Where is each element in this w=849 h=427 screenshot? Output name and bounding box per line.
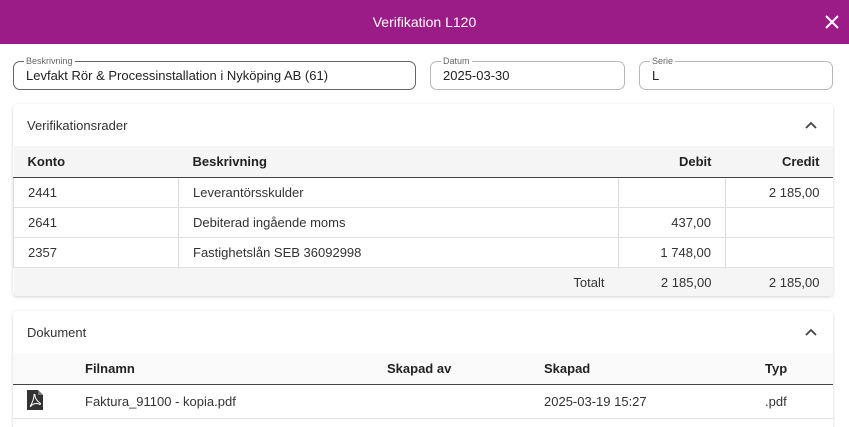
column-header-icon [13,353,71,385]
dokument-header[interactable]: Dokument [13,311,833,353]
beskrivning-cell[interactable]: Leverantörsskulder [178,177,619,208]
column-header-credit[interactable]: Credit [725,146,833,178]
chevron-up-icon[interactable] [803,324,819,340]
konto-cell[interactable]: 2441 [13,177,179,208]
file-icon-cell[interactable] [13,384,71,419]
table-row[interactable]: 2357 Fastighetslån SEB 36092998 1 748,00 [13,237,833,268]
column-header-beskrivning[interactable]: Beskrivning [178,146,619,178]
column-header-typ[interactable]: Typ [751,353,833,385]
serie-field[interactable]: Serie L [639,55,833,90]
verifikationsrader-table: Konto Beskrivning Debit Credit 2441 Leve… [13,146,833,296]
column-header-debit[interactable]: Debit [618,146,726,178]
debit-cell[interactable] [618,177,726,208]
total-row: Totalt 2 185,00 2 185,00 [13,267,833,296]
column-header-skapad-av[interactable]: Skapad av [373,353,530,385]
verifikationsrader-header[interactable]: Verifikationsrader [13,104,833,146]
total-label: Totalt [178,267,619,296]
table-row[interactable]: 2641 Debiterad ingående moms 437,00 [13,207,833,238]
close-icon[interactable] [822,12,842,32]
beskrivning-cell[interactable]: Fastighetslån SEB 36092998 [178,237,619,268]
beskrivning-value: Levfakt Rör & Processinstallation i Nykö… [26,68,329,83]
credit-cell[interactable]: 2 185,00 [725,177,833,208]
table-header-row: Filnamn Skapad av Skapad Typ [13,353,833,385]
datum-value: 2025-03-30 [443,68,510,83]
verifikationsrader-title: Verifikationsrader [27,117,128,133]
table-header-row: Konto Beskrivning Debit Credit [13,146,833,178]
credit-cell[interactable] [725,207,833,238]
serie-label: Serie [650,55,676,67]
debit-cell[interactable]: 1 748,00 [618,237,726,268]
table-row[interactable]: 2441 Leverantörsskulder 2 185,00 [13,177,833,208]
skapad-cell: 2025-03-19 15:27 [530,384,751,419]
chevron-up-icon[interactable] [803,117,819,133]
verifikationsrader-panel: Verifikationsrader Konto Beskrivning Deb… [13,104,833,296]
column-header-konto[interactable]: Konto [13,146,179,178]
beskrivning-field[interactable]: Beskrivning Levfakt Rör & Processinstall… [13,55,416,90]
column-header-filnamn[interactable]: Filnamn [71,353,373,385]
dialog-header: Verifikation L120 [0,0,849,44]
datum-field[interactable]: Datum 2025-03-30 [430,55,625,90]
dialog-title: Verifikation L120 [372,14,477,30]
total-credit: 2 185,00 [725,267,833,296]
total-debit: 2 185,00 [618,267,726,296]
column-header-skapad[interactable]: Skapad [530,353,751,385]
typ-cell: .pdf [751,384,833,419]
credit-cell[interactable] [725,237,833,268]
serie-value: L [652,68,660,83]
total-spacer [13,267,179,296]
header-fields: Beskrivning Levfakt Rör & Processinstall… [13,55,833,90]
beskrivning-cell[interactable]: Debiterad ingående moms [178,207,619,238]
konto-cell[interactable]: 2641 [13,207,179,238]
filnamn-cell[interactable]: Faktura_91100 - kopia.pdf [71,384,373,419]
pdf-file-icon[interactable] [27,389,43,410]
konto-cell[interactable]: 2357 [13,237,179,268]
dokument-title: Dokument [27,324,87,340]
dokument-table: Filnamn Skapad av Skapad Typ Faktura_911… [13,353,833,419]
datum-label: Datum [441,55,472,67]
beskrivning-label: Beskrivning [24,55,75,67]
table-row[interactable]: Faktura_91100 - kopia.pdf 2025-03-19 15:… [13,384,833,419]
skapad-av-cell [373,384,530,419]
debit-cell[interactable]: 437,00 [618,207,726,238]
dokument-panel: Dokument Filnamn Skapad av Skapad Typ Fa… [13,311,833,427]
